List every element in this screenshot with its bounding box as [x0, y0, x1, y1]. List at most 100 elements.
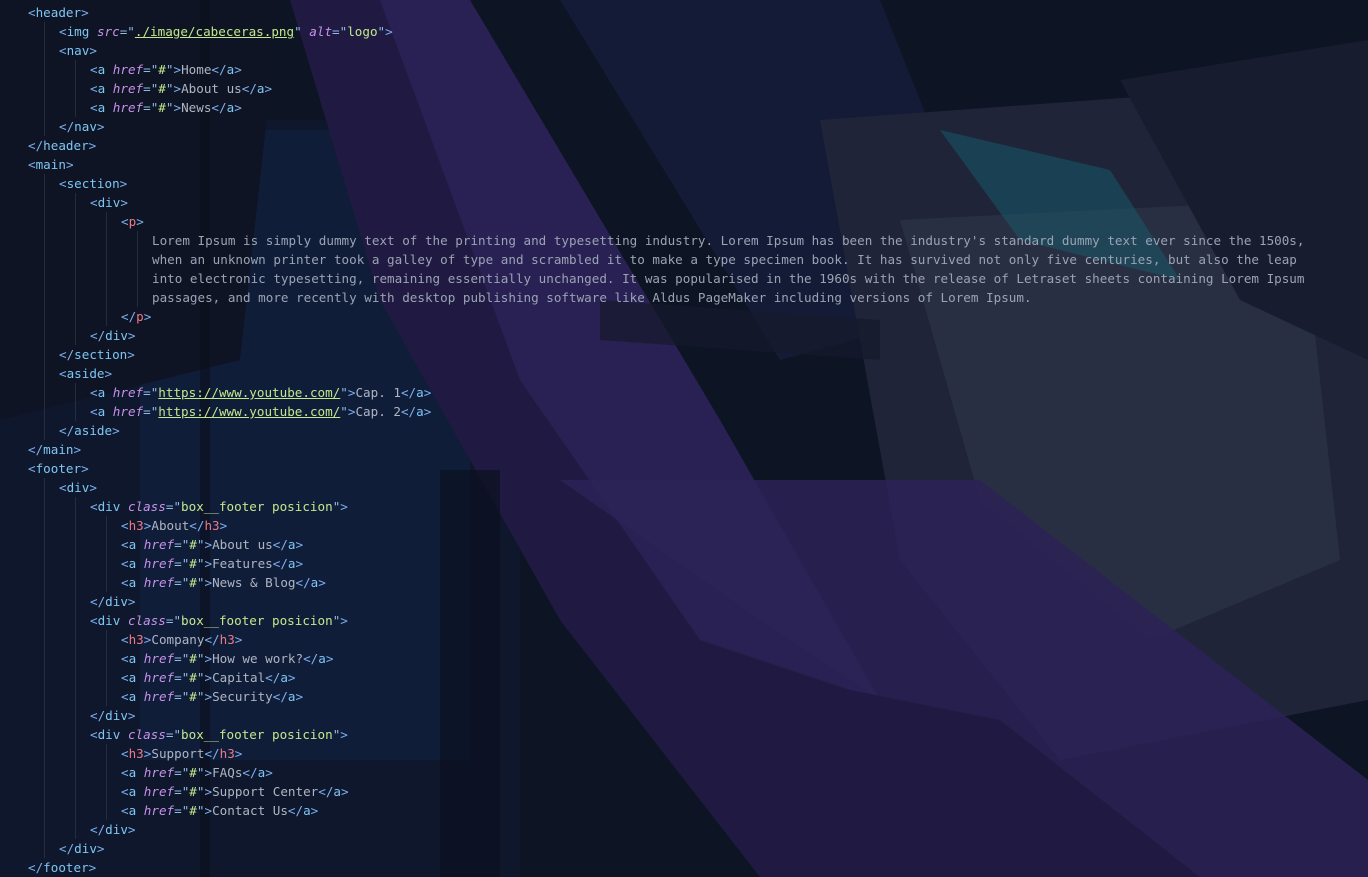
code-token: div: [97, 727, 121, 742]
code-token: >: [340, 727, 348, 742]
code-token: >: [341, 784, 349, 799]
code-line[interactable]: <a href="#">Support Center</a>: [121, 782, 349, 801]
code-line[interactable]: </p>: [121, 307, 151, 326]
code-token: =": [165, 613, 182, 628]
code-token: a: [303, 803, 311, 818]
code-token: Capital: [212, 670, 266, 685]
code-line[interactable]: <a href="#">News & Blog</a>: [121, 573, 326, 592]
code-line[interactable]: <a href="#">Home</a>: [90, 60, 242, 79]
code-token: a: [256, 81, 265, 96]
code-token: img: [66, 24, 90, 39]
code-token: </: [90, 594, 106, 609]
code-token: #: [189, 784, 197, 799]
code-token: a: [416, 404, 424, 419]
code-token: href: [112, 404, 144, 419]
indent-guide: [105, 212, 107, 326]
code-line[interactable]: into electronic typesetting, remaining e…: [152, 269, 1304, 288]
code-line[interactable]: <div class="box__footer posicion">: [90, 611, 348, 630]
code-token: >: [234, 100, 242, 115]
code-line[interactable]: <a href="#">News</a>: [90, 98, 242, 117]
code-line[interactable]: <section>: [59, 174, 127, 193]
code-line[interactable]: <div>: [90, 193, 128, 212]
code-line[interactable]: <a href="#">About us</a>: [90, 79, 272, 98]
code-line[interactable]: </div>: [59, 839, 105, 858]
code-token: aside: [66, 366, 105, 381]
code-token: =": [143, 100, 159, 115]
code-line[interactable]: <a href="#">Features</a>: [121, 554, 303, 573]
code-line[interactable]: </nav>: [59, 117, 105, 136]
code-token: </: [242, 765, 258, 780]
code-line[interactable]: <a href="#">Contact Us</a>: [121, 801, 318, 820]
code-token: </: [28, 442, 44, 457]
code-token: </: [204, 746, 220, 761]
code-token: <: [121, 765, 129, 780]
code-token: </: [28, 138, 44, 153]
code-line[interactable]: <h3>About</h3>: [121, 516, 227, 535]
code-token: </: [303, 651, 319, 666]
code-line[interactable]: < a href="https://www.youtube.com/" > Cap. …: [90, 383, 431, 402]
code-line[interactable]: </aside>: [59, 421, 120, 440]
code-line[interactable]: </header>: [28, 136, 96, 155]
code-token: a: [280, 670, 288, 685]
code-line[interactable]: <div class="box__footer posicion">: [90, 497, 348, 516]
code-token: >: [173, 81, 182, 96]
code-line[interactable]: <nav>: [59, 41, 97, 60]
code-line[interactable]: <a href="#">About us</a>: [121, 535, 303, 554]
code-token: h3: [128, 746, 144, 761]
code-token: >: [136, 214, 144, 229]
code-line[interactable]: when an unknown printer took a galley of…: [152, 250, 1297, 269]
code-token: </: [241, 81, 257, 96]
code-line[interactable]: <aside>: [59, 364, 112, 383]
code-line[interactable]: <a href="#">How we work?</a>: [121, 649, 333, 668]
code-line[interactable]: </section>: [59, 345, 135, 364]
code-line[interactable]: <a href="#">Capital</a>: [121, 668, 296, 687]
code-token: =": [174, 765, 190, 780]
code-token: Features: [212, 556, 273, 571]
code-line[interactable]: < a href="https://www.youtube.com/" > Cap. …: [90, 402, 431, 421]
code-token: </: [272, 537, 288, 552]
code-token: section: [74, 347, 128, 362]
code-token: a: [318, 651, 326, 666]
code-line[interactable]: <p>: [121, 212, 144, 231]
code-token: </: [59, 119, 75, 134]
code-token: ": [340, 404, 348, 419]
code-line[interactable]: <footer>: [28, 459, 89, 478]
code-line[interactable]: <h3>Support</h3>: [121, 744, 242, 763]
code-line[interactable]: <a href="#">FAQs</a>: [121, 763, 273, 782]
code-line[interactable]: </div>: [90, 592, 136, 611]
code-token: News: [181, 100, 212, 115]
code-token: h3: [128, 518, 144, 533]
code-token: when an unknown printer took a galley of…: [152, 252, 1297, 267]
code-token: <: [28, 461, 36, 476]
code-token: href: [112, 62, 144, 77]
code-line[interactable]: <div class="box__footer posicion">: [90, 725, 348, 744]
code-line[interactable]: </div>: [90, 706, 136, 725]
code-token: href: [112, 100, 144, 115]
code-line[interactable]: </main>: [28, 440, 81, 459]
code-line[interactable]: <img src="./image/cabeceras.png" alt="lo…: [59, 22, 393, 41]
code-line[interactable]: </div>: [90, 326, 136, 345]
code-line[interactable]: </div>: [90, 820, 136, 839]
code-token: Cap. 1: [355, 385, 401, 400]
code-token: >: [318, 575, 326, 590]
code-token: class: [127, 499, 166, 514]
code-line[interactable]: <main>: [28, 155, 74, 174]
code-line[interactable]: <header>: [28, 3, 89, 22]
code-line[interactable]: <div>: [59, 478, 97, 497]
code-token: #: [189, 575, 197, 590]
code-editor[interactable]: <header> <img src="./image/cabeceras.png"…: [0, 0, 1368, 877]
code-token: div: [105, 822, 128, 837]
code-line[interactable]: passages, and more recently with desktop…: [152, 288, 1032, 307]
code-token: href: [143, 575, 175, 590]
code-token: >: [423, 385, 432, 400]
code-line[interactable]: </footer>: [28, 858, 96, 877]
code-line[interactable]: <h3>Company</h3>: [121, 630, 242, 649]
code-line[interactable]: Lorem Ipsum is simply dummy text of the …: [152, 231, 1304, 250]
code-token: >: [173, 62, 182, 77]
code-line[interactable]: <a href="#">Security</a>: [121, 687, 303, 706]
code-token: a: [287, 556, 296, 571]
code-token: >: [385, 24, 393, 39]
